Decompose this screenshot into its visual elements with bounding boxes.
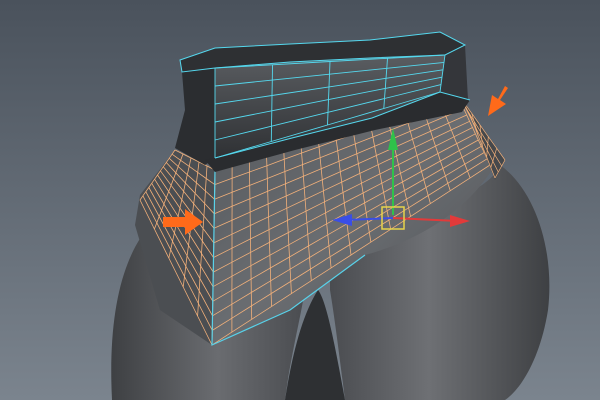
3d-viewport[interactable]: [0, 0, 600, 400]
scene-canvas[interactable]: [0, 0, 600, 400]
